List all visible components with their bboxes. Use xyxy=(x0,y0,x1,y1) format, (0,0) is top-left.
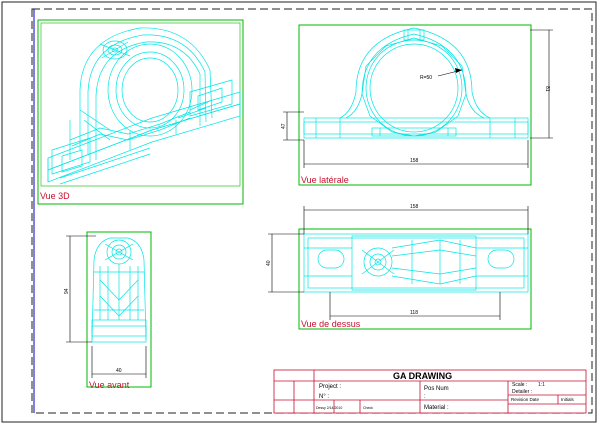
front-view[interactable]: 94 40 Vue avant xyxy=(64,231,152,390)
scale-value: 1:1 xyxy=(538,382,545,388)
side-dim-base: 47 xyxy=(281,123,287,129)
side-geometry xyxy=(303,27,529,139)
top-dim-depth: 40 xyxy=(266,260,272,266)
radius-arrowhead xyxy=(455,68,462,73)
front-view-label: Vue avant xyxy=(89,380,130,390)
revision-date-label: Revision Date xyxy=(511,397,540,402)
side-dim-radius: R=50 xyxy=(420,75,432,81)
initials-label: Initials xyxy=(561,397,575,402)
title-block-title: GA DRAWING xyxy=(393,371,452,381)
top-view-label: Vue de dessus xyxy=(301,319,361,329)
title-block[interactable]: GA DRAWING Project : N° : Pos Num : Mate… xyxy=(273,369,587,414)
drawing-sheet[interactable]: Vue 3D R=50 158 81 47 Vue latérale 94 40… xyxy=(0,0,600,426)
top-dim-width: 158 xyxy=(410,204,419,210)
front-dim-width: 40 xyxy=(116,368,122,374)
front-dimensions xyxy=(66,235,147,378)
sheet-inner-border-dashed xyxy=(31,8,593,414)
material-label: Material : xyxy=(424,405,449,411)
front-geometry xyxy=(91,237,147,343)
front-dim-height: 94 xyxy=(64,288,70,294)
top-geometry xyxy=(303,233,529,293)
project-label: Project : xyxy=(319,384,341,390)
cad-drawing-canvas[interactable]: Vue 3D R=50 158 81 47 Vue latérale 94 40… xyxy=(0,0,600,426)
pos-num-label: Pos Num xyxy=(424,386,449,392)
drawn-date-value: Dessy 2/14/2010 xyxy=(316,406,342,410)
iso-view[interactable]: Vue 3D xyxy=(37,19,244,205)
side-dim-height: 81 xyxy=(544,86,550,92)
side-dimensions xyxy=(283,29,553,168)
check-label: Check xyxy=(363,406,373,410)
side-view-label: Vue latérale xyxy=(301,175,349,185)
iso-geometry xyxy=(47,27,241,185)
side-view[interactable]: R=50 158 81 47 Vue latérale xyxy=(281,24,553,186)
top-view[interactable]: 158 118 40 Vue de dessus xyxy=(266,204,532,330)
side-dim-width: 158 xyxy=(410,158,419,164)
scale-label: Scale : xyxy=(512,382,527,388)
number-label: N° : xyxy=(319,394,329,400)
iso-view-label: Vue 3D xyxy=(40,191,70,201)
top-dim-inner: 118 xyxy=(410,310,418,316)
detailer-label: Detailer : xyxy=(512,389,532,395)
